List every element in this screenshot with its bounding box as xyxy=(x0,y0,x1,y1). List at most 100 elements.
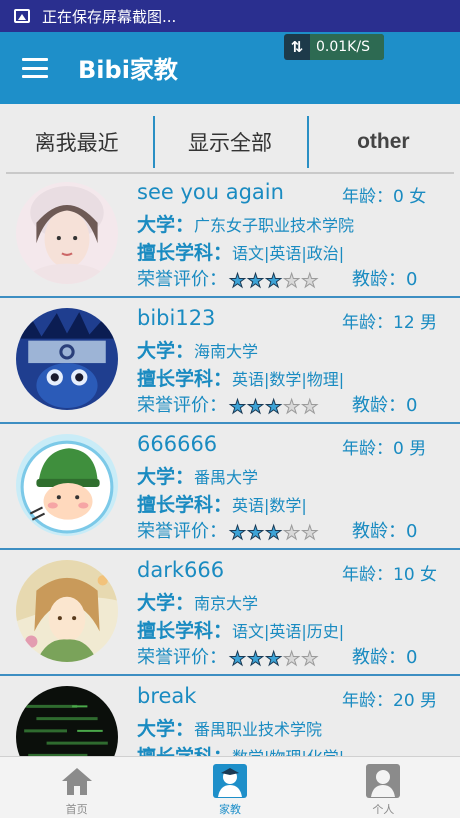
status-bar: 正在保存屏幕截图... xyxy=(0,0,460,32)
teaching-years: 教龄：0 xyxy=(352,517,417,543)
image-notification-icon xyxy=(14,9,30,23)
subjects-label: 擅长学科： xyxy=(137,242,233,264)
tutor-list[interactable]: see you again 年龄：0 女 大学：广东女子职业技术学院 擅长学科：… xyxy=(0,172,460,756)
subjects-row: 擅长学科：英语|数学|物理| xyxy=(137,364,344,391)
university-label: 大学： xyxy=(137,466,195,488)
rating-stars: ★ ★ ★ ★ ★ xyxy=(228,648,319,670)
teaching-years-label: 教龄： xyxy=(352,647,406,668)
tutor-name: bibi123 xyxy=(137,306,216,330)
star-icon: ★ xyxy=(265,396,283,418)
teaching-years-value: 0 xyxy=(406,269,418,290)
university-row: 大学：南京大学 xyxy=(137,588,258,615)
tab-nearest[interactable]: 离我最近 xyxy=(0,114,153,170)
teaching-years: 教龄：0 xyxy=(352,643,417,669)
nav-profile[interactable]: 个人 xyxy=(307,757,460,818)
star-icon: ★ xyxy=(283,648,301,670)
subjects-row: 擅长学科：语文|英语|历史| xyxy=(137,616,344,643)
rating-label: 荣誉评价： xyxy=(137,395,227,416)
rating-stars: ★ ★ ★ ★ ★ xyxy=(228,522,318,544)
teaching-years: 教龄：0 xyxy=(352,391,417,417)
teaching-years-label: 教龄： xyxy=(352,395,406,416)
rating-label: 荣誉评价： xyxy=(137,521,227,542)
status-text: 正在保存屏幕截图... xyxy=(42,7,177,26)
tutor-age: 年龄：12 男 xyxy=(342,313,438,333)
star-icon: ★ xyxy=(228,522,247,544)
bottom-nav: 首页 家教 个人 xyxy=(0,756,460,818)
subjects-value: 英语|数学| xyxy=(232,496,307,515)
teaching-years-label: 教龄： xyxy=(352,269,406,290)
university-row: 大学：番禺职业技术学院 xyxy=(137,714,322,741)
rating-row: 荣誉评价： ★ ★ ★ ★ ★ xyxy=(137,265,319,292)
tutor-age: 年龄：20 男 xyxy=(342,691,438,711)
university-row: 大学：海南大学 xyxy=(137,336,258,363)
avatar xyxy=(16,308,118,410)
university-value: 番禺大学 xyxy=(194,468,259,487)
tutor-card[interactable]: 666666 年龄：0 男 大学：番禺大学 擅长学科：英语|数学| 荣誉评价： ★… xyxy=(0,424,460,550)
university-value: 广东女子职业技术学院 xyxy=(194,216,355,235)
tab-other[interactable]: other xyxy=(306,114,460,170)
nav-profile-label: 个人 xyxy=(372,803,395,816)
subjects-value: 语文|英语|历史| xyxy=(232,622,345,641)
subjects-row: 擅长学科：语文|英语|政治| xyxy=(137,238,344,265)
person-icon xyxy=(366,764,401,798)
transfer-arrows-icon: ⇅ xyxy=(290,38,304,56)
university-row: 大学：广东女子职业技术学院 xyxy=(137,210,354,237)
tutor-name: dark666 xyxy=(137,558,225,582)
star-icon: ★ xyxy=(228,270,247,292)
app-title: Bibi家教 xyxy=(78,56,178,84)
tutor-age: 年龄：10 女 xyxy=(342,565,438,585)
tutor-age: 年龄：0 女 xyxy=(342,187,427,207)
star-icon: ★ xyxy=(265,522,283,544)
tutor-name: break xyxy=(137,684,197,708)
tutor-name: 666666 xyxy=(137,432,218,456)
nav-tutor[interactable]: 家教 xyxy=(153,757,306,818)
star-icon: ★ xyxy=(247,648,265,670)
star-icon: ★ xyxy=(301,648,319,670)
star-icon: ★ xyxy=(283,522,301,544)
rating-stars: ★ ★ ★ ★ ★ xyxy=(228,396,319,418)
tutor-card[interactable]: bibi123 年龄：12 男 大学：海南大学 擅长学科：英语|数学|物理| 荣… xyxy=(0,298,460,424)
subjects-label: 擅长学科： xyxy=(137,746,232,756)
star-icon: ★ xyxy=(247,522,265,544)
tutor-card[interactable]: break 年龄：20 男 大学：番禺职业技术学院 擅长学科：数学|物理|化学| xyxy=(0,676,460,756)
star-icon: ★ xyxy=(283,270,301,292)
avatar xyxy=(16,182,118,284)
star-icon: ★ xyxy=(283,396,301,418)
star-icon: ★ xyxy=(247,396,265,418)
university-value: 南京大学 xyxy=(194,594,259,613)
tutor-card[interactable]: dark666 年龄：10 女 大学：南京大学 擅长学科：语文|英语|历史| 荣… xyxy=(0,550,460,676)
nav-home[interactable]: 首页 xyxy=(0,757,153,818)
subjects-value: 语文|英语|政治| xyxy=(232,244,345,263)
tutor-icon xyxy=(212,764,247,798)
subjects-label: 擅长学科： xyxy=(137,368,233,390)
rating-row: 荣誉评价： ★ ★ ★ ★ ★ xyxy=(137,643,319,670)
teaching-years-value: 0 xyxy=(406,647,418,668)
tutor-age: 年龄：0 男 xyxy=(342,439,427,459)
subjects-value: 英语|数学|物理| xyxy=(232,370,345,389)
rating-row: 荣誉评价： ★ ★ ★ ★ ★ xyxy=(137,517,319,544)
star-icon: ★ xyxy=(228,396,247,418)
star-icon: ★ xyxy=(228,648,247,670)
network-speed-value: 0.01K/S xyxy=(310,34,384,60)
menu-icon[interactable] xyxy=(22,58,48,78)
network-speed-indicator: ⇅ 0.01K/S xyxy=(284,34,384,60)
star-icon: ★ xyxy=(301,396,319,418)
star-icon: ★ xyxy=(265,648,283,670)
app-bar: Bibi家教 ⇅ 0.01K/S xyxy=(0,32,460,104)
tab-show-all[interactable]: 显示全部 xyxy=(153,114,306,170)
nav-tutor-label: 家教 xyxy=(218,803,241,816)
tutor-card[interactable]: see you again 年龄：0 女 大学：广东女子职业技术学院 擅长学科：… xyxy=(0,172,460,298)
nav-home-label: 首页 xyxy=(65,803,88,816)
subjects-label: 擅长学科： xyxy=(137,494,233,516)
subjects-label: 擅长学科： xyxy=(137,620,233,642)
avatar xyxy=(16,686,118,756)
subjects-row: 擅长学科：数学|物理|化学| xyxy=(137,742,344,756)
subjects-value: 数学|物理|化学| xyxy=(232,748,344,756)
filter-tabs: 离我最近 显示全部 other xyxy=(0,114,460,170)
university-label: 大学： xyxy=(137,718,195,740)
teaching-years-label: 教龄： xyxy=(352,521,406,542)
university-label: 大学： xyxy=(137,592,195,614)
university-label: 大学： xyxy=(137,340,195,362)
university-value: 番禺职业技术学院 xyxy=(194,720,323,739)
rating-row: 荣誉评价： ★ ★ ★ ★ ★ xyxy=(137,391,319,418)
